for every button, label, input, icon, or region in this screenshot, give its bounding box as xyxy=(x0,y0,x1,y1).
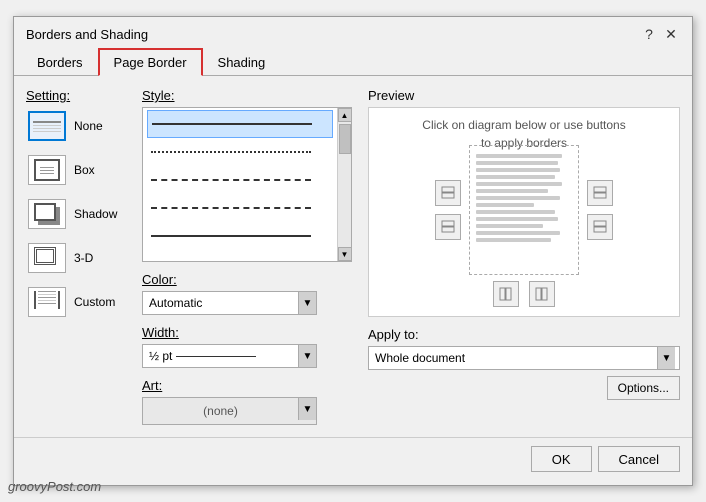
setting-box-label: Box xyxy=(74,163,95,177)
art-section: Art: (none) ▼ xyxy=(142,378,352,425)
width-label: Width: xyxy=(142,325,352,340)
watermark: groovyPost.com xyxy=(8,479,101,494)
style-long-dashed[interactable] xyxy=(147,194,333,222)
art-row: (none) ▼ xyxy=(142,397,352,425)
setting-shadow-label: Shadow xyxy=(74,207,117,221)
width-dropdown-arrow[interactable]: ▼ xyxy=(298,345,316,367)
help-button[interactable]: ? xyxy=(640,25,658,43)
style-dashed[interactable] xyxy=(147,166,333,194)
tab-shading[interactable]: Shading xyxy=(203,48,281,76)
preview-bottom-btns xyxy=(493,281,555,307)
preview-bottom-left-btn[interactable] xyxy=(435,214,461,240)
setting-none-label: None xyxy=(74,119,103,133)
setting-custom-icon xyxy=(28,287,66,317)
style-dot-dash[interactable] xyxy=(147,222,333,250)
setting-label: Setting: xyxy=(26,88,126,103)
borders-and-shading-dialog: Borders and Shading ? ✕ Borders Page Bor… xyxy=(13,16,693,486)
scroll-down-btn[interactable]: ▼ xyxy=(338,247,352,261)
style-label: Style: xyxy=(142,88,352,103)
apply-label: Apply to: xyxy=(368,327,419,342)
scroll-up-btn[interactable]: ▲ xyxy=(338,108,352,122)
preview-box: Click on diagram below or use buttons to… xyxy=(368,107,680,317)
setting-shadow[interactable]: Shadow xyxy=(26,197,126,231)
setting-3d-label: 3-D xyxy=(74,251,93,265)
style-solid[interactable] xyxy=(147,110,333,138)
apply-dropdown[interactable]: Whole document ▼ xyxy=(368,346,680,370)
options-button[interactable]: Options... xyxy=(607,376,680,400)
preview-bottom-btn-1[interactable] xyxy=(493,281,519,307)
dialog-footer: OK Cancel xyxy=(14,437,692,480)
preview-top-right-btn[interactable] xyxy=(587,180,613,206)
close-button[interactable]: ✕ xyxy=(662,25,680,43)
width-section: Width: ½ pt ▼ xyxy=(142,325,352,368)
tab-page-border[interactable]: Page Border xyxy=(98,48,203,76)
scroll-thumb[interactable] xyxy=(339,124,351,154)
setting-none-icon xyxy=(28,111,66,141)
setting-custom-label: Custom xyxy=(74,295,115,309)
preview-panel: Preview Click on diagram below or use bu… xyxy=(368,88,680,425)
setting-box-icon xyxy=(28,155,66,185)
color-row: Automatic ▼ xyxy=(142,291,352,315)
width-value: ½ pt xyxy=(143,345,298,367)
ok-button[interactable]: OK xyxy=(531,446,592,472)
setting-panel: Setting: None xyxy=(26,88,126,425)
style-list-wrap: ▲ ▼ xyxy=(142,107,352,262)
setting-shadow-icon xyxy=(28,199,66,229)
preview-top-left-btn[interactable] xyxy=(435,180,461,206)
art-value: (none) xyxy=(143,398,298,424)
style-list[interactable] xyxy=(143,108,337,261)
art-dropdown[interactable]: (none) ▼ xyxy=(142,397,317,425)
width-dropdown[interactable]: ½ pt ▼ xyxy=(142,344,317,368)
preview-bottom-right-btn[interactable] xyxy=(587,214,613,240)
art-dropdown-arrow[interactable]: ▼ xyxy=(298,398,316,420)
setting-box[interactable]: Box xyxy=(26,153,126,187)
style-dotted[interactable] xyxy=(147,138,333,166)
tab-bar: Borders Page Border Shading xyxy=(14,47,692,76)
preview-document xyxy=(469,145,579,275)
preview-label: Preview xyxy=(368,88,680,103)
tab-borders[interactable]: Borders xyxy=(22,48,98,76)
preview-bottom-btn-2[interactable] xyxy=(529,281,555,307)
style-panel: Style: xyxy=(142,88,352,425)
color-section: Color: Automatic ▼ xyxy=(142,272,352,315)
setting-custom[interactable]: Custom xyxy=(26,285,126,319)
color-dropdown[interactable]: Automatic ▼ xyxy=(142,291,317,315)
title-bar-controls: ? ✕ xyxy=(640,25,680,43)
color-value: Automatic xyxy=(143,292,298,314)
art-label: Art: xyxy=(142,378,352,393)
color-dropdown-arrow[interactable]: ▼ xyxy=(298,292,316,314)
title-bar: Borders and Shading ? ✕ xyxy=(14,17,692,47)
apply-section: Apply to: xyxy=(368,327,680,342)
dialog-title: Borders and Shading xyxy=(26,27,148,42)
setting-3d-icon xyxy=(28,243,66,273)
setting-3d[interactable]: 3-D xyxy=(26,241,126,275)
color-label: Color: xyxy=(142,272,352,287)
apply-dropdown-arrow[interactable]: ▼ xyxy=(657,347,675,369)
dialog-content: Setting: None xyxy=(14,76,692,433)
width-row: ½ pt ▼ xyxy=(142,344,352,368)
cancel-button[interactable]: Cancel xyxy=(598,446,680,472)
style-scrollbar[interactable]: ▲ ▼ xyxy=(337,108,351,261)
setting-none[interactable]: None xyxy=(26,109,126,143)
